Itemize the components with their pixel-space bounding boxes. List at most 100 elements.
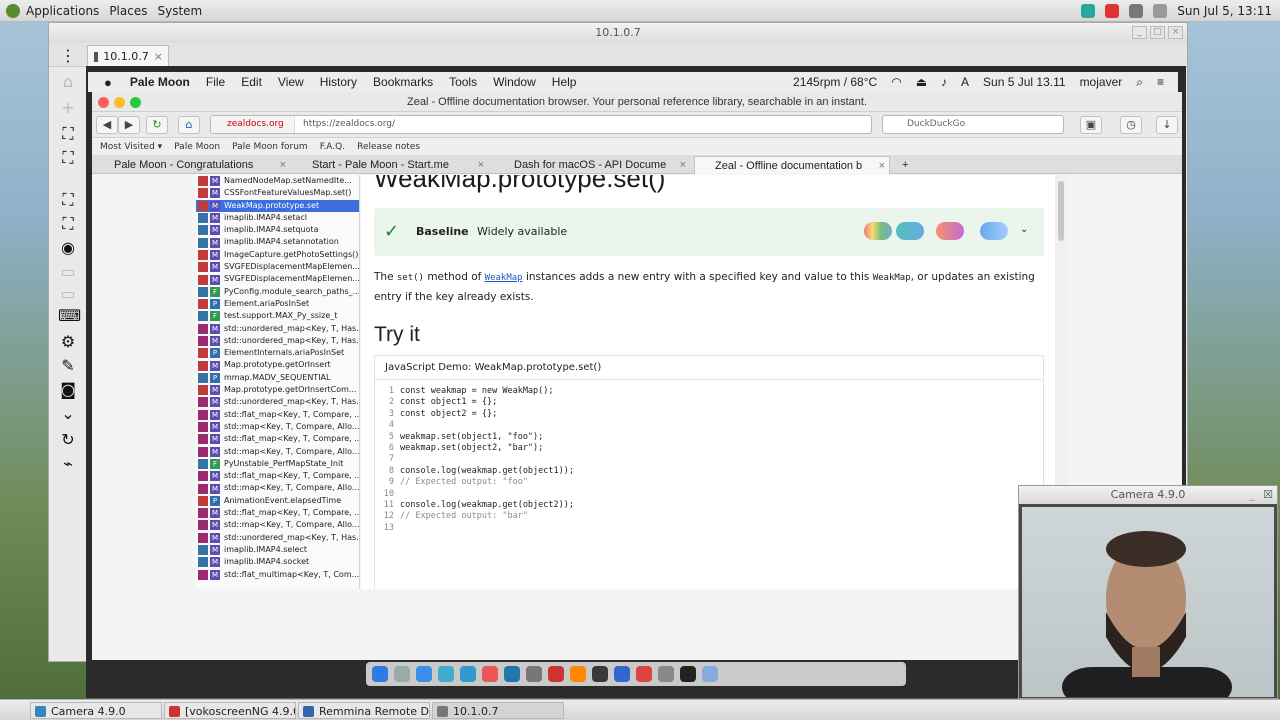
menu-file[interactable]: File: [206, 75, 225, 89]
sidebar-item[interactable]: M Map.prototype.getOrInsert: [196, 359, 359, 371]
sidebar-item[interactable]: Mstd::map<Key, T, Compare, Allo...: [196, 482, 359, 494]
music-icon[interactable]: [482, 666, 498, 682]
taskbar-item-camera[interactable]: Camera 4.9.0: [30, 702, 162, 719]
minimize-icon[interactable]: _: [1250, 486, 1256, 504]
taskbar-item-remmina[interactable]: Remmina Remote D...: [298, 702, 430, 719]
spotlight-icon[interactable]: ⌕: [1136, 75, 1143, 90]
download-icon[interactable]: ↓: [1156, 116, 1178, 134]
close-tab-icon[interactable]: ×: [879, 157, 885, 174]
sidebar-item[interactable]: Mimaplib.IMAP4.setannotation: [196, 236, 359, 248]
sidebar-item[interactable]: M Map.prototype.getOrInsertCom...: [196, 384, 359, 396]
scale-icon[interactable]: ⛶: [58, 190, 78, 210]
fullscreen-icon[interactable]: ⛶: [58, 148, 78, 168]
menu-bookmarks[interactable]: Bookmarks: [373, 75, 433, 89]
taskbar-item-vokoscreen[interactable]: [vokoscreenNG 4.9.0]: [164, 702, 296, 719]
minimize-window-icon[interactable]: [114, 97, 125, 108]
tab-remote-session[interactable]: 10.1.0.7 ×: [87, 45, 169, 67]
view-only-icon[interactable]: ◉: [58, 238, 78, 258]
close-tab-icon[interactable]: ×: [680, 156, 686, 174]
sidebar-item[interactable]: Mstd::unordered_map<Key, T, Has...: [196, 335, 359, 347]
sidebar-item[interactable]: Mstd::flat_map<Key, T, Compare, ...: [196, 433, 359, 445]
minimize-icon[interactable]: _: [1132, 26, 1147, 39]
menu-icon[interactable]: ⋮: [58, 46, 78, 66]
sidebar-item[interactable]: Mimaplib.IMAP4.setacl: [196, 212, 359, 224]
messages-icon[interactable]: [438, 666, 454, 682]
sidebar-item[interactable]: M WeakMap.prototype.set: [196, 199, 359, 212]
sidebar-item[interactable]: Mimaplib.IMAP4.socket: [196, 556, 359, 568]
tab-pale-moon[interactable]: Pale Moon - Congratulations ×: [94, 156, 290, 174]
history-icon[interactable]: ◷: [1120, 116, 1142, 134]
input-source-icon[interactable]: A: [961, 75, 969, 89]
zoom-window-icon[interactable]: [130, 97, 141, 108]
resize-icon[interactable]: ⛶: [58, 214, 78, 234]
network-tray-icon[interactable]: [1081, 3, 1096, 18]
code-editor[interactable]: 1 const weakmap = new WeakMap(); 2 const ob…: [375, 386, 574, 534]
volume-tray-icon[interactable]: [1153, 3, 1168, 18]
close-tab-icon[interactable]: ×: [154, 50, 163, 63]
sidebar-item[interactable]: Ftest.support.MAX_Py_ssize_t: [196, 310, 359, 322]
search-box[interactable]: DuckDuckGo: [882, 115, 1064, 134]
tools-icon[interactable]: ✎: [58, 356, 78, 376]
bookmark-pale-moon[interactable]: Pale Moon: [174, 142, 220, 152]
menu-clock[interactable]: Sun 5 Jul 13.11: [983, 75, 1066, 89]
app-icon[interactable]: [636, 666, 652, 682]
eject-icon[interactable]: ⏏: [916, 75, 927, 89]
launchpad-icon[interactable]: [394, 666, 410, 682]
clock[interactable]: Sun Jul 5, 13:11: [1177, 4, 1272, 18]
url-text[interactable]: https://zealdocs.org/: [303, 116, 395, 133]
settings-icon[interactable]: ⚙: [58, 332, 78, 352]
close-tab-icon[interactable]: ×: [478, 156, 484, 174]
sidebar-item[interactable]: M CSSFontFeatureValuesMap.set(): [196, 187, 359, 199]
fan-status[interactable]: 2145rpm / 68°C: [793, 75, 877, 89]
sidebar-item[interactable]: Mstd::flat_multimap<Key, T, Com...: [196, 569, 359, 581]
reload-button[interactable]: ↻: [146, 116, 168, 134]
app-icon[interactable]: [548, 666, 564, 682]
sidebar-item[interactable]: Mstd::flat_map<Key, T, Compare, ...: [196, 507, 359, 519]
tab-zeal[interactable]: Zeal - Offline documentation b ×: [694, 156, 890, 174]
sidebar-item[interactable]: M SVGFEDisplacementMapElemen...: [196, 261, 359, 273]
finder-icon[interactable]: [372, 666, 388, 682]
sidebar-item[interactable]: Mstd::unordered_map<Key, T, Has...: [196, 396, 359, 408]
new-tab-button[interactable]: +: [898, 156, 918, 174]
vlc-icon[interactable]: [570, 666, 586, 682]
close-icon[interactable]: ×: [1168, 26, 1183, 39]
home-icon[interactable]: ⌂: [58, 72, 78, 92]
keyboard-icon[interactable]: ⌨: [58, 306, 81, 326]
app-icon[interactable]: [614, 666, 630, 682]
home-button[interactable]: ⌂: [178, 116, 200, 134]
sidebar-item[interactable]: P AnimationEvent.elapsedTime: [196, 495, 359, 507]
notification-icon[interactable]: ≡: [1157, 75, 1164, 89]
sidebar-item[interactable]: Mstd::map<Key, T, Compare, Allo...: [196, 421, 359, 433]
sidebar-item[interactable]: P ElementInternals.ariaPosInSet: [196, 347, 359, 359]
url-bar[interactable]: zealdocs.org https://zealdocs.org/: [210, 115, 872, 134]
sidebar-item[interactable]: M NamedNodeMap.setNamedIte...: [196, 175, 359, 187]
sidebar-item[interactable]: Mstd::unordered_map<Key, T, Has...: [196, 532, 359, 544]
settings-icon[interactable]: [526, 666, 542, 682]
app-icon[interactable]: [702, 666, 718, 682]
sidebar-item[interactable]: Mstd::unordered_map<Key, T, Has...: [196, 323, 359, 335]
chevron-down-icon[interactable]: ⌄: [58, 404, 78, 424]
weakmap-link[interactable]: WeakMap: [485, 273, 523, 283]
close-window-icon[interactable]: [98, 97, 109, 108]
sidebar-item[interactable]: Pmmap.MADV_SEQUENTIAL: [196, 372, 359, 384]
wifi-icon[interactable]: ◠: [891, 75, 901, 89]
sidebar-item[interactable]: M ImageCapture.getPhotoSettings(): [196, 249, 359, 261]
sidebar-item[interactable]: Mstd::flat_map<Key, T, Compare, ...: [196, 409, 359, 421]
app-menu[interactable]: Pale Moon: [130, 75, 190, 89]
safari-icon[interactable]: [416, 666, 432, 682]
record-tray-icon[interactable]: [1105, 3, 1120, 18]
forward-button[interactable]: ▶: [118, 116, 140, 134]
close-icon[interactable]: ☒: [1263, 486, 1273, 504]
tab-start-me[interactable]: Start - Pale Moon - Start.me ×: [292, 156, 488, 174]
back-button[interactable]: ◀: [96, 116, 118, 134]
menu-help[interactable]: Help: [552, 75, 577, 89]
screenshot-icon[interactable]: ◙: [58, 380, 78, 400]
bookmark-faq[interactable]: F.A.Q.: [320, 142, 345, 152]
apple-icon[interactable]: ●: [104, 75, 112, 90]
app-store-icon[interactable]: [504, 666, 520, 682]
add-icon[interactable]: +: [58, 98, 78, 118]
tab-dash[interactable]: Dash for macOS - API Docume ×: [494, 156, 690, 174]
menu-view[interactable]: View: [278, 75, 304, 89]
places-menu[interactable]: Places: [109, 4, 147, 18]
monitor-icon[interactable]: ▭: [58, 284, 78, 304]
